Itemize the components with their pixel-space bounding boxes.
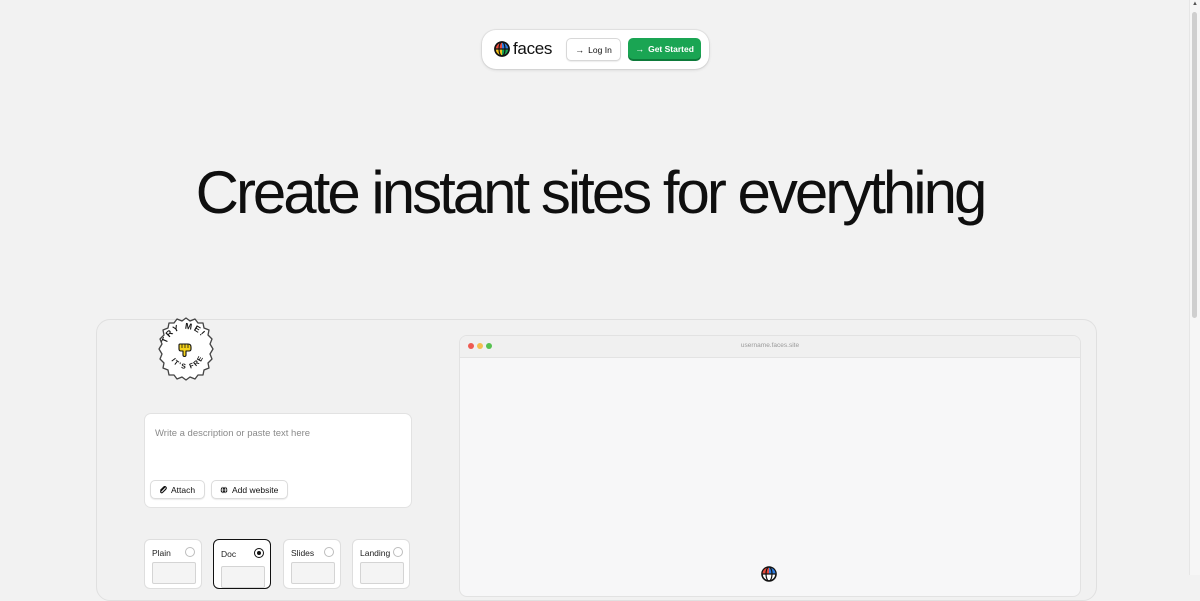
prompt-box: Attach Add website xyxy=(144,413,412,508)
template-option-doc[interactable]: Doc xyxy=(213,539,271,589)
template-radio[interactable] xyxy=(185,547,195,557)
scroll-up-arrow-icon[interactable]: ▲ xyxy=(1192,1,1198,7)
arrow-right-icon: → xyxy=(635,43,645,54)
template-radio[interactable] xyxy=(393,547,403,557)
page-scrollbar[interactable]: ▲ xyxy=(1189,0,1200,575)
globe-icon xyxy=(494,41,510,57)
scrollbar-thumb[interactable] xyxy=(1192,12,1197,318)
arrow-right-icon: → xyxy=(575,44,585,55)
get-started-button[interactable]: → Get Started xyxy=(628,38,701,59)
top-nav: faces → Log In → Get Started xyxy=(482,30,709,69)
template-option-slides[interactable]: Slides xyxy=(283,539,341,589)
paperclip-icon xyxy=(160,485,167,493)
attach-label: Attach xyxy=(171,484,196,495)
hero-headline: Create instant sites for everything xyxy=(195,159,988,226)
attach-button[interactable]: Attach xyxy=(150,480,205,499)
template-option-plain[interactable]: Plain xyxy=(144,539,202,589)
template-label: Landing xyxy=(360,548,391,558)
try-me-badge[interactable]: TRY ME! IT'S FREE xyxy=(152,315,220,383)
get-started-label: Get Started xyxy=(648,43,694,54)
template-radio[interactable] xyxy=(254,548,264,558)
template-thumbnail xyxy=(360,562,404,584)
preview-url: username.faces.site xyxy=(740,342,800,349)
brand-logo[interactable]: faces xyxy=(494,39,552,59)
login-label: Log In xyxy=(588,44,612,55)
template-thumbnail xyxy=(152,562,196,584)
template-radio[interactable] xyxy=(324,547,334,557)
template-label: Plain xyxy=(152,548,171,558)
login-button[interactable]: → Log In xyxy=(566,38,621,61)
site-preview-window: username.faces.site xyxy=(459,335,1081,597)
add-website-label: Add website xyxy=(232,484,279,495)
brand-name: faces xyxy=(513,39,553,58)
template-option-landing[interactable]: Landing xyxy=(352,539,410,589)
globe-icon xyxy=(761,566,777,582)
globe-icon xyxy=(220,485,228,494)
template-label: Slides xyxy=(291,548,315,558)
description-input[interactable] xyxy=(153,422,402,444)
browser-title-bar: username.faces.site xyxy=(460,336,1080,358)
add-website-button[interactable]: Add website xyxy=(211,480,288,499)
template-label: Doc xyxy=(221,549,237,559)
template-thumbnail xyxy=(221,566,265,588)
template-thumbnail xyxy=(291,562,335,584)
